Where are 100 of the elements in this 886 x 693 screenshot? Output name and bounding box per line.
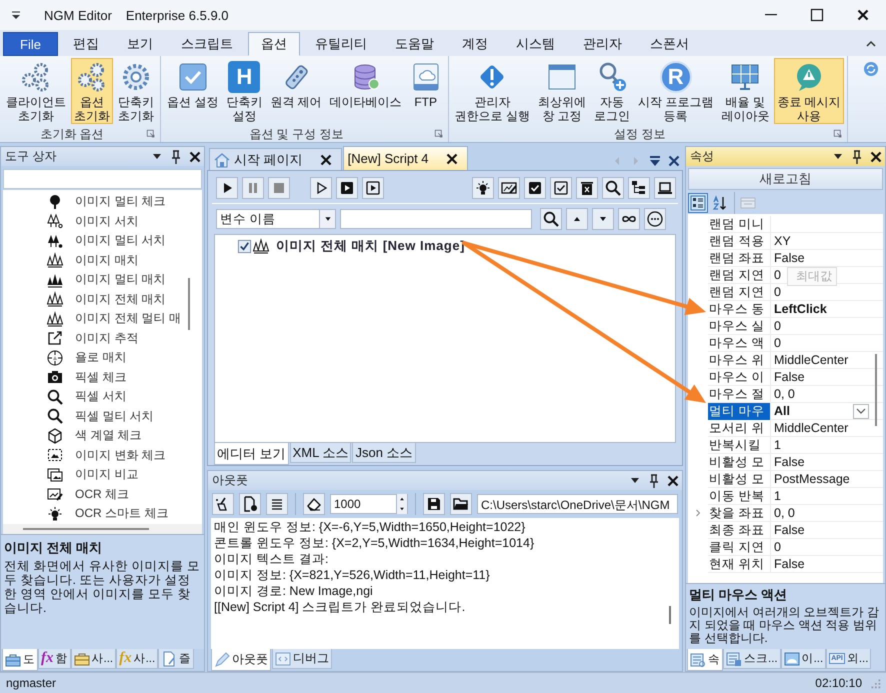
ribbon-button[interactable]: 최상위에 창 고정	[535, 58, 590, 124]
next-button[interactable]	[592, 208, 614, 230]
check-all-button[interactable]	[524, 177, 546, 199]
property-name[interactable]: 클릭 지연	[708, 538, 771, 556]
property-name[interactable]: 비활성 모	[708, 454, 771, 470]
ribbon-button[interactable]: 자동 로그인	[591, 58, 634, 124]
categorized-button[interactable]	[688, 193, 708, 213]
search-button[interactable]	[602, 177, 624, 199]
script-step[interactable]: 이미지 전체 매치 [New Image]	[276, 237, 465, 255]
previous-button[interactable]	[566, 208, 588, 230]
ribbon-button[interactable]: 종료 메시지 사용	[774, 58, 844, 124]
ribbon-tab[interactable]: 도움말	[382, 32, 447, 56]
toolbox-item[interactable]: 픽셀 서치	[3, 387, 202, 406]
property-name[interactable]: 찾을 좌표	[708, 504, 771, 522]
toolbox-item[interactable]: 색 계열 체크	[3, 426, 202, 446]
count-spinner[interactable]: 1000	[330, 494, 408, 514]
panel-tab[interactable]: XML 소스	[290, 443, 352, 463]
property-name[interactable]: 마우스 액	[708, 334, 771, 352]
scrollbar-thumb[interactable]	[188, 278, 190, 330]
search-field[interactable]	[3, 169, 202, 189]
toolbox-item[interactable]: 이미지 비교	[3, 465, 202, 484]
panel-tab[interactable]: 사...	[70, 649, 116, 669]
hint-button[interactable]	[472, 177, 494, 199]
run-from-button[interactable]	[362, 177, 384, 199]
run-selected-button[interactable]	[336, 177, 358, 199]
open-folder-button[interactable]	[450, 493, 472, 515]
property-name[interactable]: 마우스 실	[708, 318, 771, 334]
panel-tab[interactable]: 에디터 보기	[214, 443, 289, 465]
dropdown-button[interactable]	[853, 404, 869, 418]
more-button[interactable]	[644, 208, 666, 230]
ribbon-button[interactable]: 단축키 초기화	[115, 58, 157, 124]
ribbon-tab[interactable]: 시스템	[502, 32, 568, 56]
scrollbar-thumb[interactable]	[23, 528, 149, 530]
ribbon-button[interactable]: 옵션 설정	[164, 58, 222, 124]
ribbon-tab[interactable]: 유틸리티	[302, 32, 380, 56]
document-button[interactable]	[239, 493, 261, 515]
panel-tab[interactable]: 속	[687, 649, 723, 671]
image-edit-button[interactable]	[498, 177, 520, 199]
document-tab[interactable]: [New] Script 4	[342, 146, 468, 170]
ribbon-tab[interactable]: 스폰서	[636, 32, 702, 56]
ribbon-button[interactable]: 관리자 권한으로 실행	[452, 58, 534, 124]
panel-tab[interactable]: fx 사...	[116, 649, 158, 669]
panel-tab[interactable]: 이...	[780, 649, 826, 669]
document-tab[interactable]: 시작 페이지	[209, 148, 342, 170]
property-name[interactable]: 랜덤 미니	[708, 216, 771, 232]
toolbox-item[interactable]: 이미지 전체 매치	[3, 290, 202, 309]
ribbon-tab[interactable]: 스크립트	[168, 32, 246, 56]
panel-tab[interactable]: 아웃풋	[211, 649, 271, 671]
property-name[interactable]: 모서리 위	[708, 420, 771, 436]
ribbon-tab[interactable]: 계정	[448, 32, 501, 56]
search-field[interactable]	[340, 209, 532, 229]
property-name[interactable]: 랜덤 적용	[708, 232, 771, 250]
property-name[interactable]: 랜덤 지연	[708, 284, 771, 300]
toolbox-item[interactable]: 이미지 서치	[3, 212, 202, 231]
toolbox-item[interactable]: 이미지 멀티 체크	[3, 192, 202, 212]
eraser-button[interactable]	[303, 493, 325, 515]
scrollbar-thumb[interactable]	[875, 354, 877, 426]
property-name[interactable]: 랜덤 지연	[708, 266, 771, 284]
run-button[interactable]	[216, 177, 238, 199]
ribbon-tab[interactable]: 보기	[114, 32, 166, 56]
stop-button[interactable]	[268, 177, 290, 199]
toolbox-item[interactable]: 이미지 멀티 매치	[3, 270, 202, 290]
panel-tab[interactable]: 도	[2, 649, 38, 671]
delete-button[interactable]	[576, 177, 598, 199]
clear-button[interactable]	[212, 493, 234, 515]
property-name[interactable]: 최종 좌표	[708, 522, 771, 538]
property-name[interactable]: 마우스 위	[708, 352, 771, 368]
property-name[interactable]: 멀티 마우	[708, 402, 771, 420]
property-name[interactable]: 이동 반복	[708, 488, 771, 504]
find-button[interactable]	[540, 208, 562, 230]
variable-dropdown[interactable]: 변수 이름	[216, 209, 336, 229]
panel-tab[interactable]: 디버그	[272, 649, 332, 669]
panel-tab[interactable]: 스크...	[723, 649, 781, 669]
toolbox-item[interactable]: 이미지 전체 멀티 매	[3, 309, 202, 328]
tree-view-button[interactable]	[628, 177, 650, 199]
ribbon-button[interactable]: FTP	[406, 58, 445, 124]
toolbox-item[interactable]: 이미지 변화 체크	[3, 446, 202, 465]
toolbox-item[interactable]: 픽셀 멀티 서치	[3, 406, 202, 426]
panel-tab[interactable]: 즐	[158, 649, 194, 669]
save-button[interactable]	[423, 493, 445, 515]
property-name[interactable]: 마우스 동	[708, 300, 771, 318]
checkbox[interactable]	[237, 238, 252, 254]
panel-tab[interactable]: fx 함	[38, 649, 70, 669]
file-menu-button[interactable]: File	[3, 32, 58, 56]
toolbox-item[interactable]: OCR 스마트 체크	[3, 504, 202, 524]
refresh-button[interactable]	[862, 60, 880, 78]
property-name[interactable]: 비활성 모	[708, 470, 771, 488]
path-field[interactable]: C:\Users\starc\OneDrive\문서\NGM	[477, 494, 678, 514]
step-button[interactable]	[310, 177, 332, 199]
refresh-button[interactable]: 새로고침	[688, 168, 883, 190]
ribbon-button[interactable]: 옵션 초기화	[71, 58, 113, 124]
laptop-button[interactable]	[654, 177, 676, 199]
ribbon-button[interactable]: 데이타베이스	[326, 58, 405, 124]
ribbon-tab[interactable]: 편집	[60, 32, 112, 56]
lines-button[interactable]	[266, 493, 288, 515]
ribbon-button[interactable]: 원격 제어	[267, 58, 325, 124]
panel-tab[interactable]: Json 소스	[352, 443, 416, 463]
toolbox-item[interactable]: OCR 체크	[3, 484, 202, 504]
property-name[interactable]: 현재 위치	[708, 556, 771, 572]
property-name[interactable]: 랜덤 좌표	[708, 250, 771, 266]
